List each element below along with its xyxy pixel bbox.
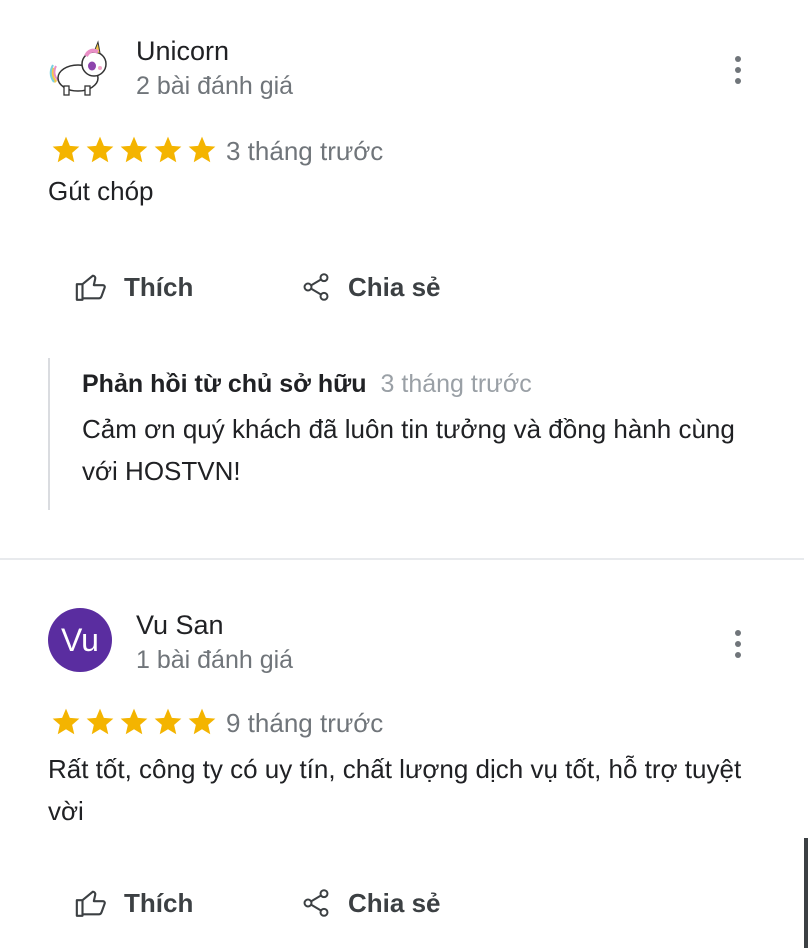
owner-reply-text: Cảm ơn quý khách đã luôn tin tưởng và đồ…: [82, 414, 735, 486]
rating-stars: [50, 134, 218, 166]
owner-reply-header: Phản hồi từ chủ sở hữu 3 tháng trước: [82, 370, 532, 399]
star-icon: [86, 136, 114, 163]
star-icon: [120, 136, 148, 163]
review-time: 3 tháng trước: [226, 136, 384, 166]
owner-reply-title: Phản hồi từ chủ sở hữu: [82, 370, 367, 398]
rating-stars: [50, 706, 218, 738]
reviewer-name[interactable]: Vu San: [136, 610, 224, 641]
like-label: Thích: [124, 271, 194, 302]
star-icon: [188, 136, 216, 163]
unicorn-icon[interactable]: [48, 38, 112, 102]
share-label: Chia sẻ: [348, 271, 441, 302]
like-button[interactable]: Thích: [74, 270, 193, 304]
star-icon: [120, 708, 148, 735]
reviewer-name[interactable]: Unicorn: [136, 36, 229, 67]
star-icon: [154, 708, 182, 735]
star-icon: [52, 136, 80, 163]
share-button[interactable]: Chia sẻ: [300, 886, 441, 920]
more-options-icon[interactable]: [724, 624, 752, 664]
more-options-icon[interactable]: [724, 50, 752, 90]
share-icon: [303, 273, 329, 301]
thumbs-up-icon: [75, 274, 106, 301]
review-card: Unicorn 2 bài đánh giá 3 tháng trước Gút…: [0, 0, 804, 558]
share-icon: [303, 889, 329, 917]
review-time: 9 tháng trước: [226, 708, 384, 738]
like-label: Thích: [124, 887, 194, 918]
review-count: 1 bài đánh giá: [136, 646, 294, 674]
review-count: 2 bài đánh giá: [136, 72, 294, 100]
avatar[interactable]: Vu: [48, 608, 112, 672]
share-label: Chia sẻ: [348, 887, 441, 918]
share-button[interactable]: Chia sẻ: [300, 270, 441, 304]
review-text: Rất tốt, công ty có uy tín, chất lượng d…: [48, 754, 742, 826]
star-icon: [188, 708, 216, 735]
review-text: Gút chóp: [48, 176, 154, 206]
star-icon: [52, 708, 80, 735]
star-icon: [154, 136, 182, 163]
star-icon: [86, 708, 114, 735]
scrollbar[interactable]: [804, 838, 808, 948]
like-button[interactable]: Thích: [74, 886, 193, 920]
thumbs-up-icon: [75, 890, 106, 917]
owner-reply-time: 3 tháng trước: [380, 370, 532, 398]
owner-reply: Phản hồi từ chủ sở hữu 3 tháng trước Cảm …: [48, 358, 750, 510]
review-card: Vu Vu San 1 bài đánh giá 9 tháng trước R…: [0, 560, 804, 948]
